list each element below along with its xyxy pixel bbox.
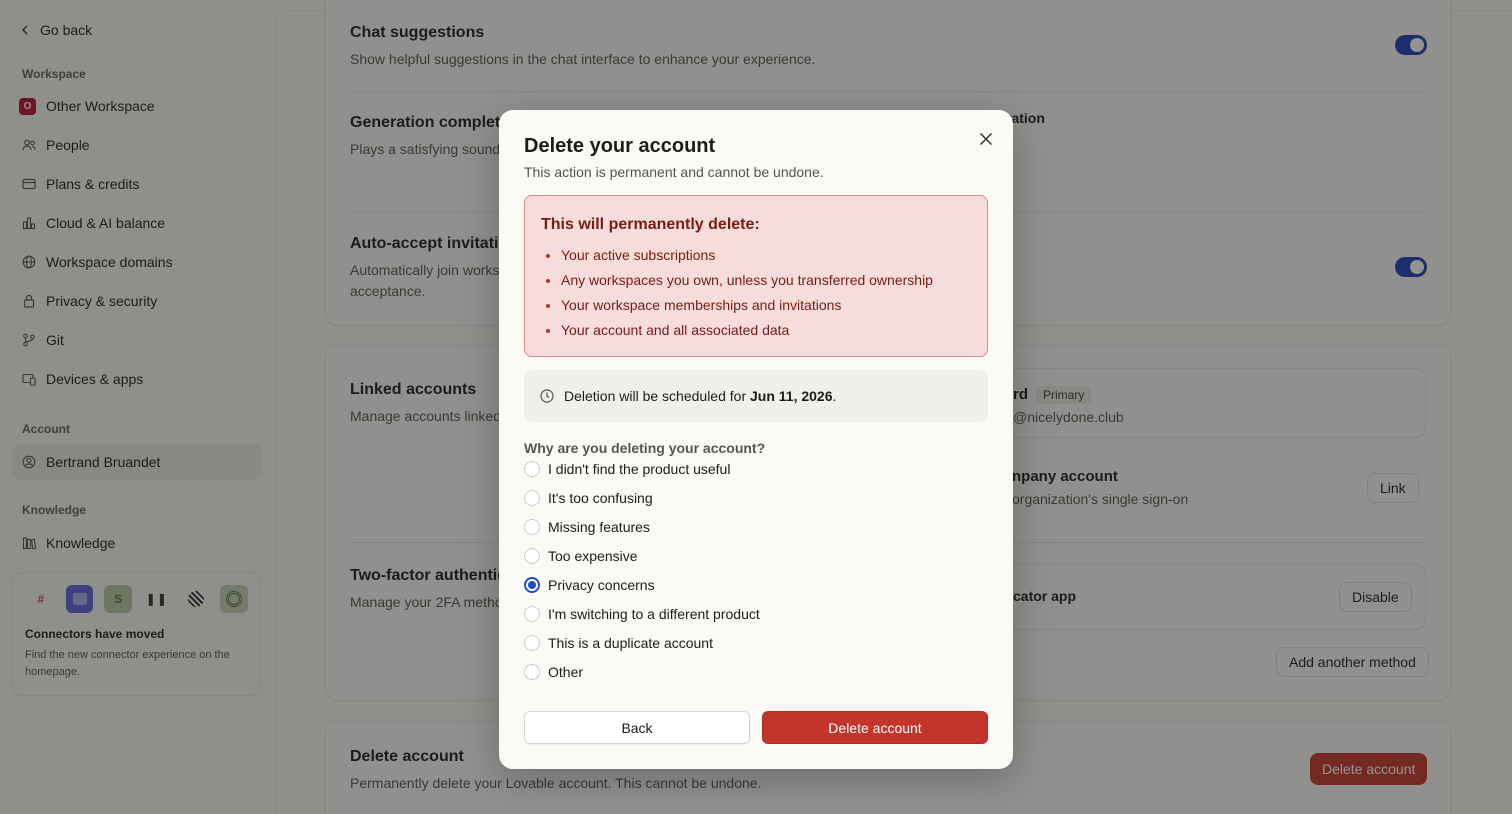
reason-option-duplicate[interactable]: This is a duplicate account	[524, 635, 713, 651]
close-button[interactable]	[976, 129, 996, 149]
reason-option-other[interactable]: Other	[524, 664, 583, 680]
radio-button[interactable]	[524, 490, 540, 506]
warning-item: Any workspaces you own, unless you trans…	[561, 271, 933, 296]
confirm-delete-button[interactable]: Delete account	[762, 711, 988, 744]
reason-option-confusing[interactable]: It's too confusing	[524, 490, 653, 506]
reason-label: Why are you deleting your account?	[524, 440, 766, 456]
schedule-info-box: Deletion will be scheduled for Jun 11, 2…	[524, 370, 988, 422]
warning-item: Your account and all associated data	[561, 321, 933, 346]
reason-option-not-useful[interactable]: I didn't find the product useful	[524, 461, 730, 477]
warning-list: Your active subscriptions Any workspaces…	[561, 246, 933, 346]
delete-account-modal: Delete your account This action is perma…	[499, 110, 1013, 769]
reason-label-text: This is a duplicate account	[548, 635, 713, 651]
reason-option-privacy[interactable]: Privacy concerns	[524, 577, 655, 593]
radio-button[interactable]	[524, 606, 540, 622]
schedule-date: Jun 11, 2026	[750, 388, 833, 404]
reason-label-text: It's too confusing	[548, 490, 653, 506]
close-icon	[979, 132, 993, 146]
reason-label-text: I'm switching to a different product	[548, 606, 760, 622]
back-button[interactable]: Back	[524, 711, 750, 744]
radio-button[interactable]	[524, 664, 540, 680]
reason-label-text: Too expensive	[548, 548, 638, 564]
reason-label-text: Missing features	[548, 519, 650, 535]
reason-option-too-expensive[interactable]: Too expensive	[524, 548, 638, 564]
schedule-suffix: .	[832, 388, 837, 404]
modal-title: Delete your account	[524, 135, 716, 157]
reason-label-text: I didn't find the product useful	[548, 461, 731, 477]
reason-option-missing-features[interactable]: Missing features	[524, 519, 650, 535]
radio-button[interactable]	[524, 635, 540, 651]
schedule-prefix: Deletion will be scheduled for	[564, 388, 750, 404]
warning-box: This will permanently delete: Your activ…	[524, 195, 988, 357]
warning-title: This will permanently delete:	[541, 216, 760, 233]
radio-button-selected[interactable]	[524, 577, 540, 593]
modal-subtitle: This action is permanent and cannot be u…	[524, 164, 824, 180]
reason-label-text: Privacy concerns	[548, 577, 655, 593]
warning-item: Your workspace memberships and invitatio…	[561, 296, 933, 321]
warning-item: Your active subscriptions	[561, 246, 933, 271]
radio-button[interactable]	[524, 548, 540, 564]
reason-label-text: Other	[548, 664, 584, 680]
reason-option-switching[interactable]: I'm switching to a different product	[524, 606, 760, 622]
schedule-text: Deletion will be scheduled for Jun 11, 2…	[564, 388, 836, 404]
clock-icon	[540, 389, 554, 403]
radio-button[interactable]	[524, 519, 540, 535]
radio-button[interactable]	[524, 461, 540, 477]
